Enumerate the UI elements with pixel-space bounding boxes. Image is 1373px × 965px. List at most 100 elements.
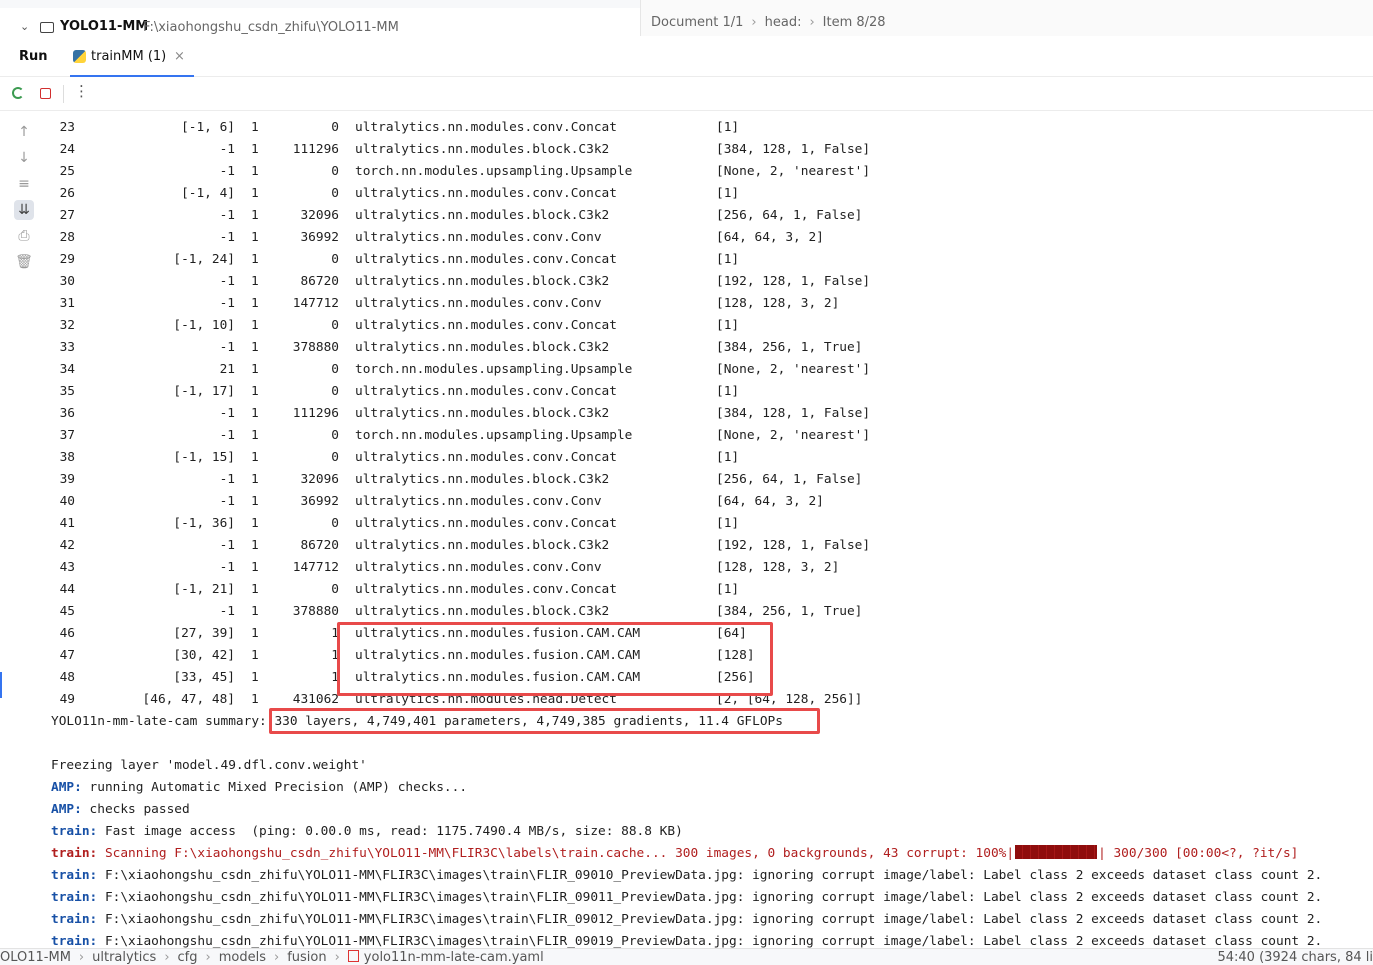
layer-from: [46, 47, 48]: [142, 692, 235, 707]
layer-args: [64, 64, 3, 2]: [716, 230, 824, 245]
table-row: 28 -1 1 36992 ultralytics.nn.modules.conv.Co…: [51, 227, 1373, 249]
layer-args: [1]: [716, 384, 740, 399]
chevron-down-icon[interactable]: ⌄: [20, 20, 29, 33]
log-text: F:\xiaohongshu_csdn_zhifu\YOLO11-MM\FLIR…: [97, 934, 1323, 948]
layer-module: ultralytics.nn.modules.block.C3k2: [355, 406, 610, 421]
breadcrumb-separator: ›: [78, 950, 85, 965]
head-crumb[interactable]: head:: [765, 15, 802, 30]
layer-n: 1: [251, 428, 259, 443]
file-breadcrumb: OLO11-MM › ultralytics › cfg › models › fusion › y…: [0, 950, 544, 965]
status-bar: OLO11-MM › ultralytics › cfg › models › fusion › y…: [0, 948, 1373, 965]
layer-n: 1: [251, 296, 259, 311]
layer-module: ultralytics.nn.modules.block.C3k2: [355, 142, 610, 157]
layer-module: ultralytics.nn.modules.conv.Conv: [355, 296, 602, 311]
layer-args: [1]: [716, 252, 740, 267]
layer-params: 0: [331, 384, 339, 399]
cursor-position[interactable]: 54:40 (3924 chars, 84 li: [1217, 950, 1373, 965]
layer-args: [None, 2, 'nearest']: [716, 428, 871, 443]
scroll-to-end-icon[interactable]: ⇊: [14, 200, 34, 220]
tab-trainmm[interactable]: trainMM (1) ×: [70, 42, 194, 77]
status-crumb[interactable]: yolo11n-mm-late-cam.yaml: [347, 950, 544, 965]
gutter-marker: [0, 672, 2, 698]
layer-from: [-1, 6]: [181, 120, 235, 135]
layer-n: 1: [251, 384, 259, 399]
status-crumb[interactable]: ultralytics: [92, 950, 156, 965]
layer-args: [384, 256, 1, True]: [716, 340, 863, 355]
layer-index: 34: [59, 362, 75, 377]
layer-index: 32: [59, 318, 75, 333]
layer-index: 42: [59, 538, 75, 553]
status-crumb[interactable]: models: [219, 950, 266, 965]
log-tag: train:: [51, 934, 98, 948]
project-tree-root[interactable]: ⌄ YOLO11-MM F:\xiaohongshu_csdn_zhifu\YO…: [0, 16, 640, 42]
status-crumb[interactable]: cfg: [178, 950, 198, 965]
layer-n: 1: [251, 340, 259, 355]
layer-params: 378880: [292, 340, 339, 355]
layer-from: [-1, 15]: [173, 450, 235, 465]
python-icon: [73, 50, 86, 63]
layer-module: torch.nn.modules.upsampling.Upsample: [355, 428, 633, 443]
progress-bar: [1015, 845, 1098, 859]
item-crumb[interactable]: Item 8/28: [823, 15, 886, 30]
layer-index: 49: [59, 692, 75, 707]
layer-args: [None, 2, 'nearest']: [716, 164, 871, 179]
stop-icon[interactable]: [40, 88, 51, 99]
more-options-icon[interactable]: ⋮: [74, 82, 89, 100]
console-output[interactable]: 23 [-1, 6] 1 0 ultralytics.nn.modules.conv.C…: [51, 110, 1373, 948]
layer-args: [1]: [716, 186, 740, 201]
arrow-up-icon[interactable]: ↑: [14, 122, 34, 142]
layer-n: 1: [251, 516, 259, 531]
layer-from: -1: [219, 406, 235, 421]
log-text: running Automatic Mixed Precision (AMP) …: [81, 780, 468, 795]
log-tag: AMP:: [51, 802, 82, 817]
run-tool-window-header: Run trainMM (1) ×: [0, 42, 1373, 77]
layer-from: [33, 45]: [173, 670, 235, 685]
layer-from: [-1, 21]: [173, 582, 235, 597]
doc-indicator[interactable]: Document 1/1: [651, 15, 743, 30]
layer-params: 378880: [292, 604, 339, 619]
toolbar-divider: [63, 85, 64, 103]
close-icon[interactable]: ×: [174, 49, 185, 64]
layer-params: 111296: [292, 142, 339, 157]
table-row: 36 -1 1 111296 ultralytics.nn.modules.block.…: [51, 403, 1373, 425]
summary-prefix: YOLO11n-mm-late-cam summary:: [51, 714, 267, 729]
arrow-down-icon[interactable]: ↓: [14, 148, 34, 168]
table-row: 39 -1 1 32096 ultralytics.nn.modules.block.C…: [51, 469, 1373, 491]
status-crumb[interactable]: OLO11-MM: [0, 950, 71, 965]
layer-module: ultralytics.nn.modules.conv.Concat: [355, 120, 617, 135]
layer-module: ultralytics.nn.modules.conv.Concat: [355, 252, 617, 267]
layer-n: 1: [251, 670, 259, 685]
layer-index: 44: [59, 582, 75, 597]
layer-args: [64, 64, 3, 2]: [716, 494, 824, 509]
log-text: Fast image access (ping: 0.00.0 ms, read…: [97, 824, 683, 839]
yaml-breadcrumb: Document 1/1 › head: › Item 8/28: [651, 15, 886, 30]
log-line: train: F:\xiaohongshu_csdn_zhifu\YOLO11-…: [51, 887, 1322, 909]
status-crumb[interactable]: fusion: [287, 950, 326, 965]
layer-n: 1: [251, 142, 259, 157]
log-line: AMP: checks passed: [51, 799, 190, 821]
layer-from: -1: [219, 340, 235, 355]
layer-params: 0: [331, 252, 339, 267]
layer-params: 147712: [292, 296, 339, 311]
layer-n: 1: [251, 274, 259, 289]
layer-module: ultralytics.nn.modules.block.C3k2: [355, 604, 610, 619]
print-icon[interactable]: ⎙: [14, 226, 34, 246]
trash-icon[interactable]: 🗑: [14, 252, 34, 272]
rerun-icon[interactable]: [12, 87, 24, 99]
layer-params: 1: [331, 670, 339, 685]
layer-params: 147712: [292, 560, 339, 575]
log-tag: train:: [51, 824, 98, 839]
layer-n: 1: [251, 164, 259, 179]
layer-index: 26: [59, 186, 75, 201]
layer-module: ultralytics.nn.modules.block.C3k2: [355, 472, 610, 487]
cam-rows-highlight: [337, 622, 773, 696]
table-row: 27 -1 1 32096 ultralytics.nn.modules.block.C…: [51, 205, 1373, 227]
layer-n: 1: [251, 252, 259, 267]
layer-params: 1: [331, 648, 339, 663]
layer-args: [1]: [716, 318, 740, 333]
table-row: 26 [-1, 4] 1 0 ultralytics.nn.modules.conv.C…: [51, 183, 1373, 205]
table-row: 44 [-1, 21] 1 0 ultralytics.nn.modules.conv.…: [51, 579, 1373, 601]
soft-wrap-icon[interactable]: ≡: [14, 174, 34, 194]
layer-params: 36992: [300, 494, 339, 509]
layer-from: -1: [219, 164, 235, 179]
